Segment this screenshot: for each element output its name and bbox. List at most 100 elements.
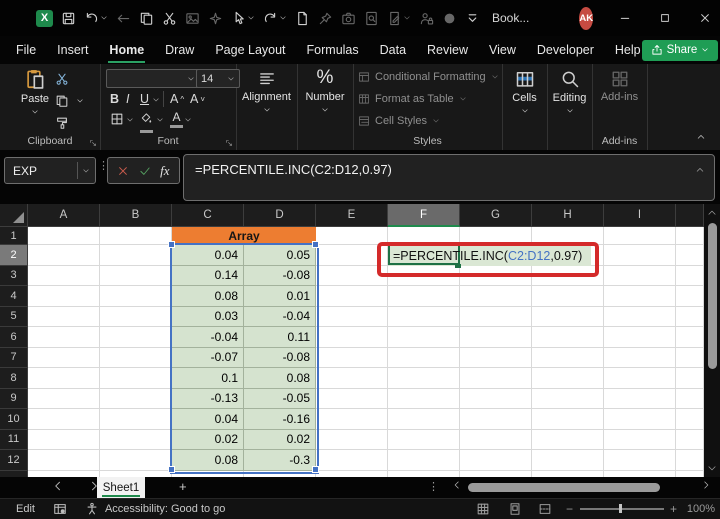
cell-I1[interactable] (604, 227, 676, 245)
cell-F9[interactable] (388, 388, 460, 409)
cell-F10[interactable] (388, 409, 460, 430)
cancel-button[interactable] (117, 165, 129, 177)
column-header-A[interactable]: A (28, 204, 100, 227)
zoom-out-button[interactable]: − (566, 502, 573, 516)
cell-H4[interactable] (532, 286, 604, 307)
expand-formula-bar-icon[interactable] (695, 165, 705, 175)
cell-A5[interactable] (28, 306, 100, 327)
lookup-button[interactable] (364, 6, 379, 30)
cell-G4[interactable] (460, 286, 532, 307)
cell-B7[interactable] (100, 347, 172, 368)
tab-help[interactable]: Help (614, 38, 642, 63)
page-break-view-button[interactable] (538, 502, 552, 516)
column-header-E[interactable]: E (316, 204, 388, 227)
italic-button[interactable]: I (126, 92, 129, 106)
close-button[interactable] (685, 0, 720, 36)
cell-I10[interactable] (604, 409, 676, 430)
column-header-G[interactable]: G (460, 204, 532, 227)
cell-B10[interactable] (100, 409, 172, 430)
row-header-7[interactable]: 7 (0, 347, 28, 368)
cell-E11[interactable] (316, 429, 388, 450)
cell-E8[interactable] (316, 368, 388, 389)
cell-G1[interactable] (460, 227, 532, 245)
row-header-11[interactable]: 11 (0, 429, 28, 450)
edit-document-button[interactable] (387, 6, 411, 30)
column-header-I[interactable]: I (604, 204, 676, 227)
cell-G5[interactable] (460, 306, 532, 327)
cell-E1[interactable] (316, 227, 388, 245)
cell-A2[interactable] (28, 245, 100, 266)
editing-button[interactable]: Editing (547, 69, 592, 115)
cell-C2[interactable]: 0.04 (172, 245, 244, 266)
format-as-table-button[interactable]: Format as Table (358, 93, 467, 105)
new-file-button[interactable] (295, 6, 310, 30)
cell-E9[interactable] (316, 388, 388, 409)
cell-B5[interactable] (100, 306, 172, 327)
cell-F7[interactable] (388, 347, 460, 368)
back-arrow-button[interactable] (116, 6, 131, 30)
cell-I3[interactable] (604, 265, 676, 286)
cell-B2[interactable] (100, 245, 172, 266)
pin-button[interactable] (318, 6, 333, 30)
cell-E4[interactable] (316, 286, 388, 307)
cell-C11[interactable]: 0.02 (172, 429, 244, 450)
cell-F8[interactable] (388, 368, 460, 389)
cell-G8[interactable] (460, 368, 532, 389)
minimize-button[interactable] (605, 0, 645, 36)
zoom-in-button[interactable]: + (670, 502, 677, 516)
font-size-select[interactable]: 14 (196, 69, 240, 88)
cell-D3[interactable]: -0.08 (244, 265, 316, 286)
picture-button[interactable] (185, 6, 200, 30)
font-name-select[interactable] (106, 69, 200, 88)
cell-partial-6[interactable] (676, 327, 704, 348)
copy-button[interactable] (139, 6, 154, 30)
cell-A11[interactable] (28, 429, 100, 450)
cell-B11[interactable] (100, 429, 172, 450)
cell-partial-7[interactable] (676, 347, 704, 368)
cell-F1[interactable] (388, 227, 460, 245)
cell-D4[interactable]: 0.01 (244, 286, 316, 307)
cell-G12[interactable] (460, 450, 532, 471)
cell-H6[interactable] (532, 327, 604, 348)
cell-G6[interactable] (460, 327, 532, 348)
font-dialog-launcher[interactable] (225, 139, 233, 147)
cell-I8[interactable] (604, 368, 676, 389)
cell-C5[interactable]: 0.03 (172, 306, 244, 327)
borders-chevron-icon[interactable] (126, 116, 134, 124)
cell-partial-11[interactable] (676, 429, 704, 450)
row-header-9[interactable]: 9 (0, 388, 28, 409)
cell-E3[interactable] (316, 265, 388, 286)
tab-sheet1[interactable]: Sheet1 (97, 477, 145, 498)
excel-logo[interactable]: X (36, 6, 53, 30)
cell-G3[interactable] (460, 265, 532, 286)
clipboard-dialog-launcher[interactable] (89, 139, 97, 147)
row-header-10[interactable]: 10 (0, 409, 28, 430)
cell-styles-button[interactable]: Cell Styles (358, 115, 440, 127)
cell-H11[interactable] (532, 429, 604, 450)
cell-D8[interactable]: 0.08 (244, 368, 316, 389)
cell-B1[interactable] (100, 227, 172, 245)
addins-button[interactable]: Add-ins (592, 70, 647, 103)
cell-A3[interactable] (28, 265, 100, 286)
cut-button[interactable] (162, 6, 177, 30)
status-circle-button[interactable] (442, 6, 457, 30)
cell-C1-array-header[interactable]: Array (172, 227, 316, 245)
cell-H1[interactable] (532, 227, 604, 245)
tab-view[interactable]: View (488, 38, 517, 63)
tab-developer[interactable]: Developer (536, 38, 595, 63)
cell-I5[interactable] (604, 306, 676, 327)
formula-input[interactable]: =PERCENTILE.INC(C2:D12,0.97) (183, 154, 715, 201)
cell-F3[interactable] (388, 265, 460, 286)
cell-D6[interactable]: 0.11 (244, 327, 316, 348)
cell-D10[interactable]: -0.16 (244, 409, 316, 430)
share-button[interactable]: Share (641, 39, 719, 61)
format-painter-button[interactable] (55, 116, 69, 130)
hscroll-left-icon[interactable] (452, 480, 462, 490)
maximize-button[interactable] (645, 0, 685, 36)
cell-H8[interactable] (532, 368, 604, 389)
cell-B9[interactable] (100, 388, 172, 409)
copy-chevron-icon[interactable] (76, 97, 84, 105)
fill-color-button[interactable] (140, 111, 153, 133)
touch-mode-button[interactable] (231, 6, 255, 30)
cell-C4[interactable]: 0.08 (172, 286, 244, 307)
